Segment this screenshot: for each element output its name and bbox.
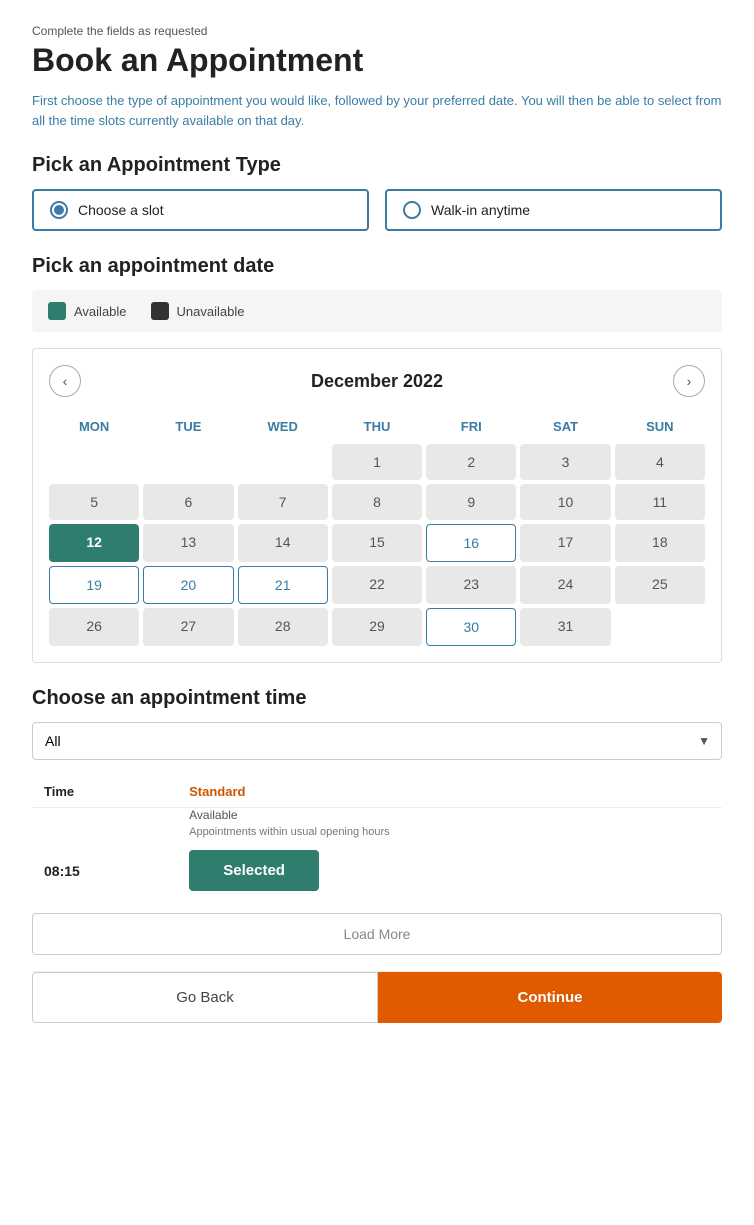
type-option-walkin-label: Walk-in anytime	[431, 202, 530, 218]
legend-unavailable-label: Unavailable	[177, 304, 245, 319]
calendar-section-title: Pick an appointment date	[32, 255, 722, 278]
calendar-day: 27	[143, 608, 233, 646]
legend-unavailable: Unavailable	[151, 302, 245, 320]
calendar-dow: TUE	[143, 413, 233, 440]
time-filter-select[interactable]: AllMorningAfternoonEvening	[32, 722, 722, 760]
time-slot-row: 08:15 Selected	[32, 844, 722, 897]
appointment-type-title: Pick an Appointment Type	[32, 154, 722, 177]
prev-month-button[interactable]: ‹	[49, 365, 81, 397]
calendar-dow: SAT	[520, 413, 610, 440]
sub-header-available: Available	[177, 808, 722, 825]
calendar-dow: THU	[332, 413, 422, 440]
calendar-day: 7	[238, 484, 328, 520]
calendar-day[interactable]: 19	[49, 566, 139, 604]
calendar-day: 10	[520, 484, 610, 520]
time-slot-action: Selected	[177, 844, 722, 897]
legend-unavailable-box	[151, 302, 169, 320]
calendar-day: 15	[332, 524, 422, 562]
calendar-day[interactable]: 20	[143, 566, 233, 604]
calendar-day: 13	[143, 524, 233, 562]
legend-available: Available	[48, 302, 127, 320]
calendar-day	[49, 444, 139, 480]
load-more-button[interactable]: Load More	[32, 913, 722, 955]
time-filter-wrapper: AllMorningAfternoonEvening	[32, 722, 722, 760]
time-table: Time Standard Available Appointments wit…	[32, 776, 722, 897]
calendar-day: 24	[520, 566, 610, 604]
page-container: Complete the fields as requested Book an…	[0, 0, 754, 1225]
radio-slot	[50, 201, 68, 219]
calendar-header: ‹ December 2022 ›	[49, 365, 705, 397]
month-year-label: December 2022	[311, 371, 443, 392]
radio-walkin	[403, 201, 421, 219]
calendar-day	[615, 608, 705, 646]
appointment-type-row: Choose a slot Walk-in anytime	[32, 189, 722, 231]
note-td	[32, 824, 177, 844]
calendar-day: 14	[238, 524, 328, 562]
calendar-dow: SUN	[615, 413, 705, 440]
calendar-day[interactable]: 16	[426, 524, 516, 562]
calendar-legend: Available Unavailable	[32, 290, 722, 332]
calendar-day: 17	[520, 524, 610, 562]
col-time-header: Time	[32, 776, 177, 808]
selected-slot-button[interactable]: Selected	[189, 850, 319, 891]
type-option-slot[interactable]: Choose a slot	[32, 189, 369, 231]
calendar-container: ‹ December 2022 › MONTUEWEDTHUFRISATSUN 1…	[32, 348, 722, 663]
calendar-day: 25	[615, 566, 705, 604]
calendar-day	[143, 444, 233, 480]
calendar-day: 4	[615, 444, 705, 480]
type-option-slot-label: Choose a slot	[78, 202, 164, 218]
sub-header-time	[32, 808, 177, 825]
calendar-day: 6	[143, 484, 233, 520]
calendar-day[interactable]: 12	[49, 524, 139, 562]
calendar-day	[238, 444, 328, 480]
page-title: Book an Appointment	[32, 42, 722, 79]
description: First choose the type of appointment you…	[32, 91, 722, 130]
calendar-dow: MON	[49, 413, 139, 440]
bottom-nav: Go Back Continue	[32, 971, 722, 1023]
calendar-day: 31	[520, 608, 610, 646]
legend-available-box	[48, 302, 66, 320]
calendar-day: 3	[520, 444, 610, 480]
calendar-dow: WED	[238, 413, 328, 440]
time-slot-time: 08:15	[32, 844, 177, 897]
calendar-day: 5	[49, 484, 139, 520]
go-back-button[interactable]: Go Back	[32, 972, 378, 1023]
continue-button[interactable]: Continue	[378, 972, 722, 1023]
calendar-day[interactable]: 21	[238, 566, 328, 604]
calendar-day: 2	[426, 444, 516, 480]
legend-available-label: Available	[74, 304, 127, 319]
calendar-day: 23	[426, 566, 516, 604]
calendar-day: 1	[332, 444, 422, 480]
type-option-walkin[interactable]: Walk-in anytime	[385, 189, 722, 231]
calendar-day: 11	[615, 484, 705, 520]
note-text: Appointments within usual opening hours	[177, 824, 722, 844]
calendar-day: 18	[615, 524, 705, 562]
calendar-day: 8	[332, 484, 422, 520]
calendar-grid: MONTUEWEDTHUFRISATSUN1234567891011121314…	[49, 413, 705, 646]
calendar-day[interactable]: 30	[426, 608, 516, 646]
calendar-day: 29	[332, 608, 422, 646]
calendar-day: 26	[49, 608, 139, 646]
time-section-title: Choose an appointment time	[32, 687, 722, 710]
calendar-day: 28	[238, 608, 328, 646]
next-month-button[interactable]: ›	[673, 365, 705, 397]
subtitle: Complete the fields as requested	[32, 24, 722, 38]
calendar-dow: FRI	[426, 413, 516, 440]
calendar-day: 22	[332, 566, 422, 604]
calendar-day: 9	[426, 484, 516, 520]
col-standard-header: Standard	[177, 776, 722, 808]
